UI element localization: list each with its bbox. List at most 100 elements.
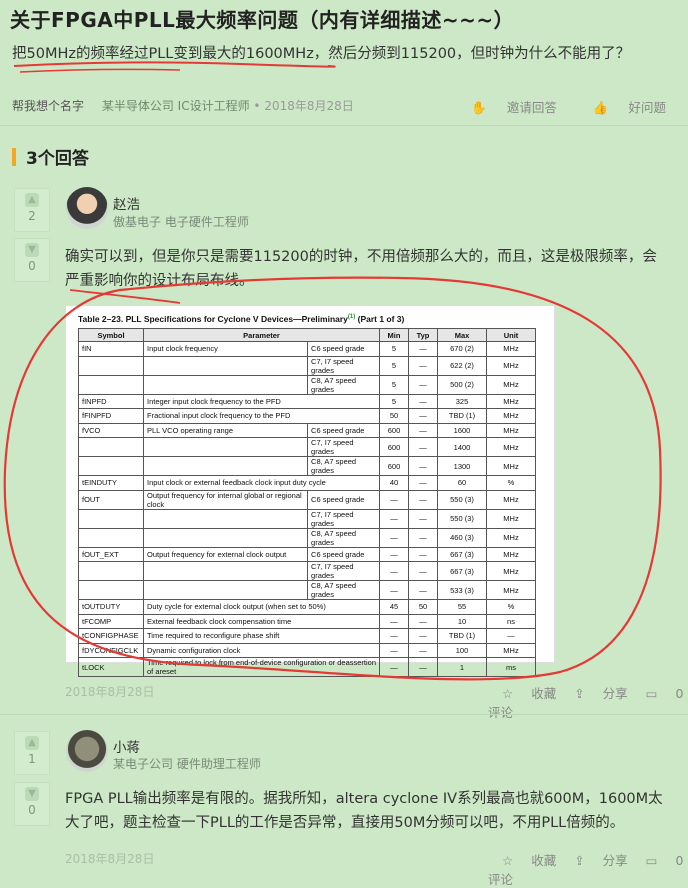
table-cell: — <box>408 657 438 677</box>
thumb-down-icon: ▼ <box>25 243 39 257</box>
table-cell: — <box>408 374 438 395</box>
table-cell: 600 <box>379 437 409 457</box>
collect-button[interactable]: ☆ 收藏 <box>502 686 556 701</box>
answer-author-title: 某电子公司 硬件助理工程师 <box>113 757 261 771</box>
table-cell: fFINPFD <box>78 408 144 424</box>
table-cell: MHz <box>486 561 536 581</box>
table-cell: 667 (3) <box>437 561 487 581</box>
table-cell: 325 <box>437 393 487 409</box>
upvote-button[interactable]: ▲ 1 <box>14 731 50 775</box>
table-header: Max <box>437 328 487 342</box>
table-cell: C6 speed grade <box>307 489 380 510</box>
table-cell: fVCO <box>78 422 144 438</box>
answer-author[interactable]: 赵浩 <box>113 193 140 213</box>
table-cell: External feedback clock compensation tim… <box>143 613 380 629</box>
table-cell: TBD (1) <box>437 408 487 424</box>
table-cell: 670 (2) <box>437 341 487 357</box>
table-cell: — <box>379 580 409 600</box>
question-title: 关于FPGA中PLL最大频率问题（内有详细描述~~~） <box>10 8 515 32</box>
table-cell: — <box>408 355 438 376</box>
table-cell: 5 <box>379 374 409 395</box>
table-header: Typ <box>408 328 438 342</box>
table-row: tOUTDUTY Duty cycle for external clock ou… <box>78 599 536 615</box>
table-cell: 600 <box>379 456 409 476</box>
table-header-row: Symbol Parameter Min Typ Max Unit <box>78 328 536 342</box>
table-cell: — <box>408 561 438 581</box>
table-cell: — <box>408 642 438 658</box>
answer-date: 2018年8月28日 <box>65 852 155 866</box>
table-cell: 1400 <box>437 437 487 457</box>
table-cell: Output frequency for external clock outp… <box>142 546 309 562</box>
table-row: C8, A7 speed grades — —460 (3) MHz <box>78 527 536 548</box>
table-cell <box>142 580 309 600</box>
upvote-button[interactable]: ▲ 2 <box>14 188 50 232</box>
thumb-up-icon: ▲ <box>25 736 39 750</box>
table-cell: C8, A7 speed grades <box>307 374 380 395</box>
table-cell: 5 <box>379 393 409 409</box>
table-header: Symbol <box>78 328 144 342</box>
answer-actions: ☆ 收藏 ⇪ 分享 ▭ 0评论 <box>488 850 688 888</box>
invite-button[interactable]: ✋ 邀请回答 <box>455 100 557 115</box>
table-cell: tCONFIGPHASE <box>78 628 144 644</box>
table-cell <box>78 561 144 581</box>
avatar[interactable] <box>66 187 108 229</box>
table-cell: — <box>408 393 438 409</box>
table-cell: PLL VCO operating range <box>142 422 309 438</box>
table-row: C7, I7 speed grades 600—1400 MHz <box>78 437 536 457</box>
table-cell: fINPFD <box>78 393 144 409</box>
table-row: fDYCONFIGCLK Dynamic configuration clock —… <box>78 642 536 658</box>
collect-button[interactable]: ☆ 收藏 <box>502 853 556 868</box>
table-row: tEINDUTY Input clock or external feedback… <box>78 475 536 491</box>
table-header: Min <box>379 328 409 342</box>
good-question-button[interactable]: 👍 好问题 <box>577 100 666 115</box>
table-row: fIN Input clock frequency C6 speed grade 5—… <box>78 341 536 357</box>
table-cell: C7, I7 speed grades <box>307 561 380 581</box>
table-cell: — <box>408 527 438 548</box>
table-cell: MHz <box>486 456 536 476</box>
meta-dot: • <box>253 99 265 113</box>
table-cell: 55 <box>437 599 487 615</box>
table-cell: MHz <box>486 489 536 510</box>
table-cell: — <box>379 508 409 529</box>
avatar[interactable] <box>66 730 108 772</box>
table-cell: 60 <box>437 475 487 491</box>
table-cell: ms <box>486 657 536 677</box>
underline-mark <box>13 61 336 68</box>
share-button[interactable]: ⇪ 分享 <box>574 853 627 868</box>
table-row: C8, A7 speed grades — —533 (3) MHz <box>78 580 536 600</box>
question-date: 2018年8月28日 <box>264 99 354 113</box>
table-cell: fOUT <box>78 489 144 510</box>
table-cell: MHz <box>486 508 536 529</box>
table-cell <box>142 561 309 581</box>
table-cell: 40 <box>379 475 409 491</box>
share-button[interactable]: ⇪ 分享 <box>574 686 627 701</box>
table-cell <box>78 374 144 395</box>
answer-date: 2018年8月28日 <box>65 685 155 699</box>
table-cell: MHz <box>486 393 536 409</box>
table-header: Parameter <box>143 328 380 342</box>
table-cell: fDYCONFIGCLK <box>78 642 144 658</box>
question-author[interactable]: 帮我想个名字 <box>12 99 84 113</box>
table-cell: — <box>408 408 438 424</box>
table-cell: 550 (3) <box>437 489 487 510</box>
table-row: tLOCK Time required to lock from end-of-d… <box>78 657 536 677</box>
table-row: C7, I7 speed grades — —667 (3) MHz <box>78 561 536 581</box>
table-cell: — <box>408 580 438 600</box>
table-cell: Input clock frequency <box>142 341 309 357</box>
table-cell: 5 <box>379 355 409 376</box>
table-cell: MHz <box>486 546 536 562</box>
table-cell <box>78 527 144 548</box>
table-cell: C8, A7 speed grades <box>307 527 380 548</box>
table-cell: MHz <box>486 422 536 438</box>
table-cell: MHz <box>486 374 536 395</box>
table-cell: Time required to lock from end-of-device… <box>143 657 380 677</box>
downvote-button[interactable]: ▼ 0 <box>14 238 50 282</box>
answer-author[interactable]: 小蒋 <box>113 736 140 756</box>
table-cell: 50 <box>379 408 409 424</box>
table-caption: Table 2–23. PLL Specifications for Cyclo… <box>78 314 405 324</box>
table-cell: — <box>379 561 409 581</box>
table-cell: MHz <box>486 527 536 548</box>
table-cell: % <box>486 599 536 615</box>
downvote-button[interactable]: ▼ 0 <box>14 782 50 826</box>
table-cell: TBD (1) <box>437 628 487 644</box>
